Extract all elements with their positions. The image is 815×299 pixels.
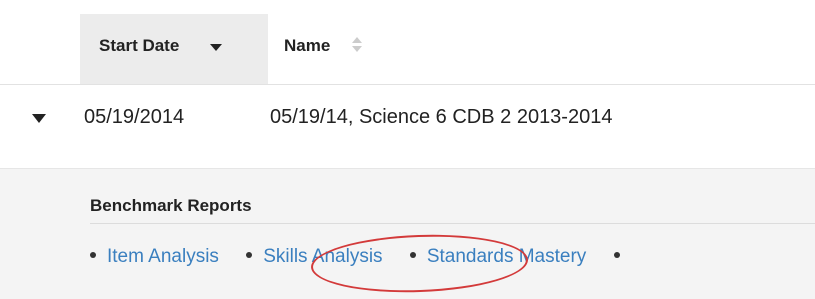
list-item: Standards Mastery (409, 246, 586, 268)
start-date-header[interactable]: Start Date (99, 36, 179, 56)
list-item (613, 246, 631, 268)
sort-up-icon (352, 37, 362, 43)
bullet-icon (90, 252, 96, 259)
benchmark-links: Item Analysis Skills Analysis Standards … (90, 246, 815, 274)
item-analysis-link[interactable]: Item Analysis (107, 246, 219, 267)
name-header[interactable]: Name (284, 36, 330, 56)
standards-mastery-link[interactable]: Standards Mastery (427, 246, 586, 267)
sort-desc-icon[interactable] (210, 44, 222, 51)
list-item: Skills Analysis (246, 246, 383, 268)
bullet-icon (246, 252, 253, 259)
skills-analysis-link[interactable]: Skills Analysis (263, 246, 382, 267)
bullet-icon (409, 252, 416, 259)
bullet-icon (613, 252, 620, 259)
benchmark-divider (90, 223, 815, 224)
sort-down-icon (352, 46, 362, 52)
expand-caret-icon[interactable] (32, 114, 46, 123)
row-name: 05/19/14, Science 6 CDB 2 2013-2014 (270, 106, 613, 128)
list-item: Item Analysis (90, 246, 219, 268)
benchmark-reports-panel (0, 169, 815, 299)
benchmark-reports-title: Benchmark Reports (90, 196, 252, 215)
row-start-date: 05/19/2014 (84, 106, 185, 128)
sort-icon[interactable] (352, 37, 364, 55)
